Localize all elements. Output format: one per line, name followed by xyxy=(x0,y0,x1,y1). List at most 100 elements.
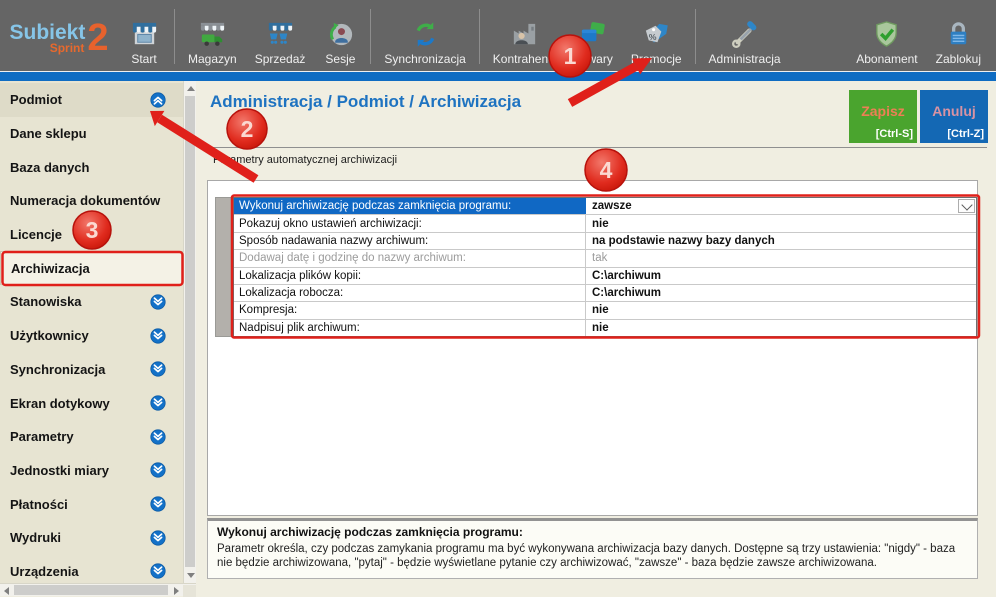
sidebar-item-jednostki-miary[interactable]: Jednostki miary xyxy=(0,454,183,488)
sidebar-item-platnosci[interactable]: Płatności xyxy=(0,487,183,521)
subscription-shield-icon xyxy=(870,18,904,50)
scroll-right-arrow-icon[interactable] xyxy=(174,587,179,595)
chevron-down-icon[interactable] xyxy=(150,294,166,310)
toolbar-item-start[interactable]: Start xyxy=(118,0,170,71)
vertical-scroll-thumb[interactable] xyxy=(185,96,195,567)
toolbar-item-magazyn[interactable]: Magazyn xyxy=(179,0,246,71)
setting-row[interactable]: Wykonuj archiwizację podczas zamknięcia … xyxy=(234,198,976,214)
toolbar-separator xyxy=(479,9,480,64)
cancel-button[interactable]: Anuluj [Ctrl-Z] xyxy=(920,90,988,143)
toolbar-item-administracja[interactable]: Administracja xyxy=(700,0,790,71)
sidebar-item-numeracja-dokumentow[interactable]: Numeracja dokumentów xyxy=(0,184,183,218)
toolbar-spacer xyxy=(790,0,848,71)
top-toolbar: Subiekt Sprint 2 StartMagazynSprzedażSes… xyxy=(0,0,996,71)
sidebar-horizontal-scrollbar[interactable] xyxy=(0,583,196,596)
toolbar-item-label: Promocje xyxy=(631,52,682,66)
toolbar-item-label: Magazyn xyxy=(188,52,237,66)
sidebar: Podmiot Dane sklepu Baza danych Numeracja d… xyxy=(0,81,183,583)
toolbar-items: Start Magazyn Sprzedaż Sesje SynchronizacjaK… xyxy=(118,0,790,71)
toolbar-item-label: Sesje xyxy=(325,52,355,66)
chevron-down-icon[interactable] xyxy=(150,563,166,579)
setting-row[interactable]: Dodawaj datę i godzinę do nazwy archiwum… xyxy=(234,249,976,266)
setting-value: C:\archiwum xyxy=(586,285,976,301)
chevron-down-icon[interactable] xyxy=(150,496,166,512)
chevron-down-icon[interactable] xyxy=(150,429,166,445)
accent-strip xyxy=(0,71,996,81)
admin-tools-icon xyxy=(728,18,762,50)
setting-row[interactable]: Kompresja:nie xyxy=(234,301,976,318)
setting-value: nie xyxy=(586,302,976,318)
chevron-down-icon[interactable] xyxy=(150,530,166,546)
setting-row[interactable]: Sposób nadawania nazwy archiwum:na podst… xyxy=(234,232,976,249)
scroll-down-arrow-icon[interactable] xyxy=(187,573,195,578)
chevron-down-icon[interactable] xyxy=(150,395,166,411)
toolbar-item-sprzedaz[interactable]: Sprzedaż xyxy=(246,0,315,71)
sidebar-item-stanowiska[interactable]: Stanowiska xyxy=(0,285,183,319)
toolbar-item-label: Administracja xyxy=(709,52,781,66)
sidebar-item-label: Baza danych xyxy=(10,160,177,175)
toolbar-item-towary[interactable]: Towary xyxy=(566,0,622,71)
sidebar-item-licencje[interactable]: Licencje xyxy=(0,218,183,252)
sync-arrows-icon xyxy=(408,18,442,50)
toolbar-item-zablokuj[interactable]: Zablokuj xyxy=(927,0,990,71)
setting-value: na podstawie nazwy bazy danych xyxy=(586,233,976,249)
sidebar-item-podmiot[interactable]: Podmiot xyxy=(0,83,183,117)
save-button[interactable]: Zapisz [Ctrl-S] xyxy=(849,90,917,143)
toolbar-item-label: Abonament xyxy=(856,52,917,66)
sidebar-item-ekran-dotykowy[interactable]: Ekran dotykowy xyxy=(0,386,183,420)
setting-row[interactable]: Pokazuj okno ustawień archiwizacji:nie xyxy=(234,214,976,231)
cancel-button-label: Anuluj xyxy=(920,103,988,119)
settings-table: Wykonuj archiwizację podczas zamknięcia … xyxy=(233,197,977,337)
sidebar-item-urzadzenia[interactable]: Urządzenia xyxy=(0,555,183,583)
breadcrumb: Administracja / Podmiot / Archiwizacja xyxy=(210,92,521,112)
setting-label: Lokalizacja plików kopii: xyxy=(234,268,586,284)
chevron-down-icon[interactable] xyxy=(150,361,166,377)
toolbar-item-synchronizacja[interactable]: Synchronizacja xyxy=(375,0,474,71)
description-panel: Wykonuj archiwizację podczas zamknięcia … xyxy=(207,518,978,579)
setting-label: Nadpisuj plik archiwum: xyxy=(234,320,586,336)
sidebar-item-label: Synchronizacja xyxy=(10,362,150,377)
sidebar-item-baza-danych[interactable]: Baza danych xyxy=(0,150,183,184)
toolbar-item-label: Sprzedaż xyxy=(255,52,306,66)
sidebar-item-label: Stanowiska xyxy=(10,294,150,309)
sidebar-item-synchronizacja[interactable]: Synchronizacja xyxy=(0,353,183,387)
sidebar-item-label: Płatności xyxy=(10,497,150,512)
toolbar-item-sesje[interactable]: Sesje xyxy=(314,0,366,71)
sidebar-item-uzytkownicy[interactable]: Użytkownicy xyxy=(0,319,183,353)
setting-row[interactable]: Lokalizacja robocza:C:\archiwum xyxy=(234,284,976,301)
sidebar-item-label: Ekran dotykowy xyxy=(10,396,150,411)
dropdown-button[interactable] xyxy=(958,199,975,213)
svg-text:%: % xyxy=(648,31,656,41)
horizontal-scroll-thumb[interactable] xyxy=(14,585,168,595)
scroll-up-arrow-icon[interactable] xyxy=(187,86,195,91)
scroll-left-arrow-icon[interactable] xyxy=(4,587,9,595)
contractors-factory-icon xyxy=(508,18,542,50)
chevron-down-icon[interactable] xyxy=(150,328,166,344)
toolbar-item-kontrahenci[interactable]: Kontrahenci xyxy=(484,0,566,71)
sidebar-vertical-scrollbar[interactable] xyxy=(183,81,196,583)
toolbar-item-abonament[interactable]: Abonament xyxy=(847,0,926,71)
chevron-down-icon[interactable] xyxy=(150,462,166,478)
promo-tags-icon: % xyxy=(639,18,673,50)
toolbar-separator xyxy=(370,9,371,64)
toolbar-item-label: Start xyxy=(131,52,156,66)
sidebar-item-wydruki[interactable]: Wydruki xyxy=(0,521,183,555)
chevron-up-icon[interactable] xyxy=(150,92,166,108)
main-content: Administracja / Podmiot / Archiwizacja Z… xyxy=(196,81,996,596)
sidebar-item-archiwizacja[interactable]: Archiwizacja xyxy=(0,251,183,285)
toolbar-item-promocje[interactable]: % Promocje xyxy=(622,0,691,71)
sales-carts-icon xyxy=(263,18,297,50)
sidebar-item-label: Dane sklepu xyxy=(10,126,177,141)
sidebar-item-label: Jednostki miary xyxy=(10,463,150,478)
setting-row[interactable]: Lokalizacja plików kopii:C:\archiwum xyxy=(234,267,976,284)
setting-label: Wykonuj archiwizację podczas zamknięcia … xyxy=(234,198,586,214)
sidebar-item-dane-sklepu[interactable]: Dane sklepu xyxy=(0,117,183,151)
setting-value: zawsze xyxy=(586,198,976,214)
description-title: Wykonuj archiwizację podczas zamknięcia … xyxy=(217,525,968,539)
setting-row[interactable]: Nadpisuj plik archiwum:nie xyxy=(234,319,976,336)
sidebar-item-label: Podmiot xyxy=(10,92,150,107)
toolbar-separator xyxy=(695,9,696,64)
row-selector-gutter[interactable] xyxy=(215,197,233,337)
scrollbar-corner xyxy=(183,585,196,597)
sidebar-item-parametry[interactable]: Parametry xyxy=(0,420,183,454)
